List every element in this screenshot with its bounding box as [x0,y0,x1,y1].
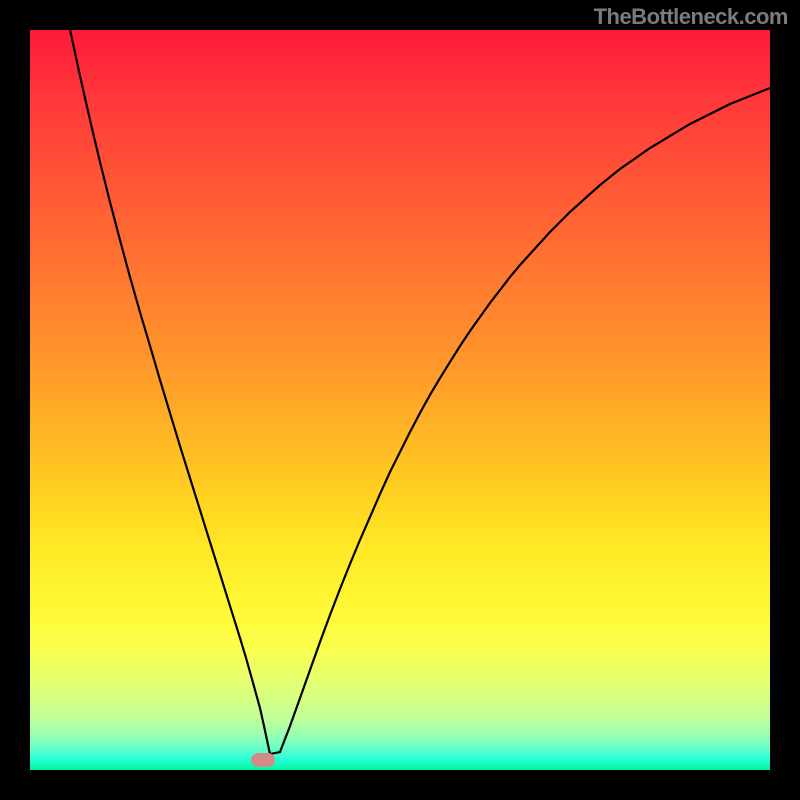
bottleneck-curve [30,30,770,770]
chart-container: TheBottleneck.com [0,0,800,800]
optimal-point-marker [251,753,275,767]
plot-area [30,30,770,770]
attribution-text: TheBottleneck.com [594,4,788,30]
